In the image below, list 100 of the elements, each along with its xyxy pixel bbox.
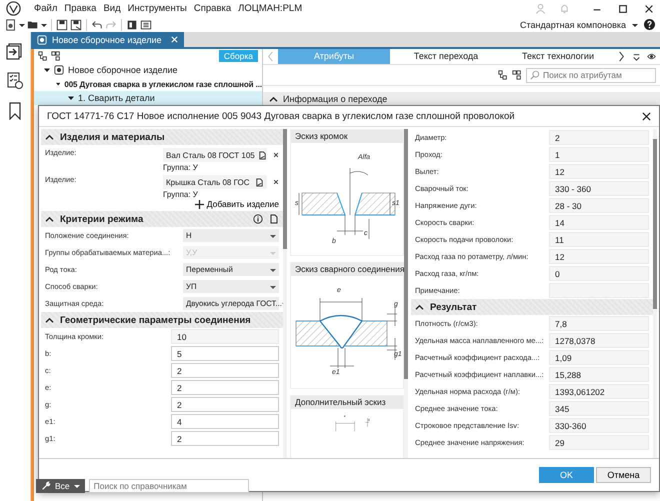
expand-arrow-icon[interactable] [56,81,60,87]
tab[interactable]: Текст перехода [390,49,502,64]
caret-icon [74,483,80,489]
scroll-right-icon[interactable] [617,51,626,62]
scope-dropdown[interactable]: Все [36,479,85,493]
input-field[interactable]: 1393,061202 [549,384,649,399]
tree-collapse-icon[interactable] [38,51,48,61]
input-field[interactable]: 12 [549,164,649,179]
input-field[interactable]: 2 [549,130,649,145]
menu-item[interactable]: ЛОЦМАН:PLM [238,3,302,14]
tree-expand-icon[interactable] [51,51,61,61]
folder-icon[interactable] [27,18,39,30]
input-field[interactable]: 2 [171,380,279,395]
assembly-icon [54,65,64,75]
section-title: Изделия и материалы [60,132,165,142]
search-field[interactable]: Поиск по атрибутам [526,68,656,82]
input-field[interactable]: 11 [549,232,649,247]
input-field[interactable]: 14 [549,215,649,230]
save-icon[interactable] [56,18,68,30]
tree-item[interactable]: 005 Дуговая сварка в углекислом газе сплошной ... [34,77,262,91]
input-field[interactable]: 2 [171,431,279,446]
extra-sketch-drawing [336,418,369,432]
close-icon[interactable] [170,36,178,43]
layout-dropdown[interactable]: Стандартная компоновка [520,20,626,30]
tree-item[interactable]: Новое сборочное изделие [34,63,262,77]
menu-item[interactable]: Справка [194,3,232,14]
document-icon[interactable] [269,214,279,224]
input-field[interactable]: 1278,0378 [549,333,649,348]
caret-icon[interactable] [19,22,25,28]
input-field[interactable]: 2 [171,397,279,412]
section-header[interactable]: Информация о переходе [263,92,660,106]
tree-expand-icon[interactable] [512,70,522,80]
section-header[interactable]: Изделия и материалы [41,129,283,145]
section-title: Критерии режима [60,214,144,224]
menu-item[interactable]: Правка [64,3,96,14]
document-tab-title: Новое сборочное изделие [52,34,162,44]
help-icon[interactable] [644,19,655,30]
eye-icon[interactable] [647,51,656,62]
panel-icon[interactable] [140,18,152,30]
expand-arrow-icon[interactable] [68,95,74,101]
overflow-icon[interactable] [632,51,641,62]
expand-arrow-icon[interactable] [44,67,50,73]
tab[interactable]: Текст технологии [502,49,614,64]
sketch-title: Эскиз кромок [291,130,403,143]
undo-icon[interactable] [91,18,103,30]
chevron-icon[interactable] [45,216,54,222]
input-field[interactable]: 5 [171,346,279,361]
input-field[interactable]: 1 [549,147,649,162]
caret-icon[interactable] [41,22,47,28]
input-field[interactable]: 330-360 [549,418,649,433]
book-icon[interactable] [126,18,138,30]
input-field[interactable]: 2 [171,363,279,378]
input-field[interactable]: 15,288 [549,367,649,382]
document-tab[interactable]: Новое сборочное изделие [31,32,184,47]
section-header[interactable]: Критерии режима [41,211,283,227]
info-icon[interactable] [253,214,263,224]
close-button[interactable] [642,112,651,120]
new-document-icon[interactable] [5,18,17,30]
input-field[interactable]: 7,8 [549,316,649,331]
section-header[interactable]: Геометрические параметры соединения [41,312,283,328]
product-field[interactable]: Крышка Сталь 08 ГОС [163,175,267,189]
assembly-badge: Сборка [218,50,258,62]
input-field[interactable] [549,283,649,298]
cancel-button[interactable]: Отмена [596,467,651,483]
chevron-icon[interactable] [45,316,54,324]
document-icon[interactable] [258,150,267,160]
caret-icon[interactable] [632,22,638,28]
chevron-icon[interactable] [45,134,54,140]
input-field[interactable]: 330 - 360 [549,181,649,196]
input-field[interactable]: 10 [171,329,279,344]
tree-collapse-icon[interactable] [498,70,508,80]
product-field[interactable]: Вал Сталь 08 ГОСТ 105 [163,148,267,162]
add-product-button[interactable]: Добавить изделие [194,199,279,209]
close-button[interactable] [644,4,654,14]
document-icon[interactable] [255,178,264,186]
remove-icon[interactable] [273,179,279,185]
group-label: Группа: У [163,190,199,199]
caret-icon [270,250,276,256]
plus-icon [194,200,204,208]
dialog-title: ГОСТ 14771-76 С17 Новое исполнение 005 9043 Дуговая сварка в углекислом газе сплошной проволокой [47,110,515,122]
menu-item[interactable]: Файл [34,3,58,14]
chevron-icon[interactable] [269,96,278,102]
chevron-icon[interactable] [415,304,424,310]
tree-item[interactable]: 1. Сварить детали [34,91,262,105]
sketch-title: Эскиз сварного соединения [291,263,403,276]
save-all-icon[interactable] [70,18,82,30]
input-field[interactable]: 1,09 [549,350,649,365]
remove-icon[interactable] [273,152,279,158]
menu-item[interactable]: Вид [103,3,121,14]
checklist-icon[interactable] [6,72,24,90]
search-field[interactable]: Поиск по справочникам [88,479,249,493]
input-field[interactable]: 29 [549,435,649,450]
input-field[interactable]: 12 [549,249,649,264]
input-field[interactable]: 28 - 30 [549,198,649,213]
maximize-button[interactable] [618,4,628,14]
input-field[interactable]: 0 [549,266,649,281]
menu-item[interactable]: Инструменты [128,3,187,14]
input-field[interactable]: 345 [549,401,649,416]
section-header[interactable]: Результат [411,299,653,315]
input-field[interactable]: 4 [171,414,279,429]
